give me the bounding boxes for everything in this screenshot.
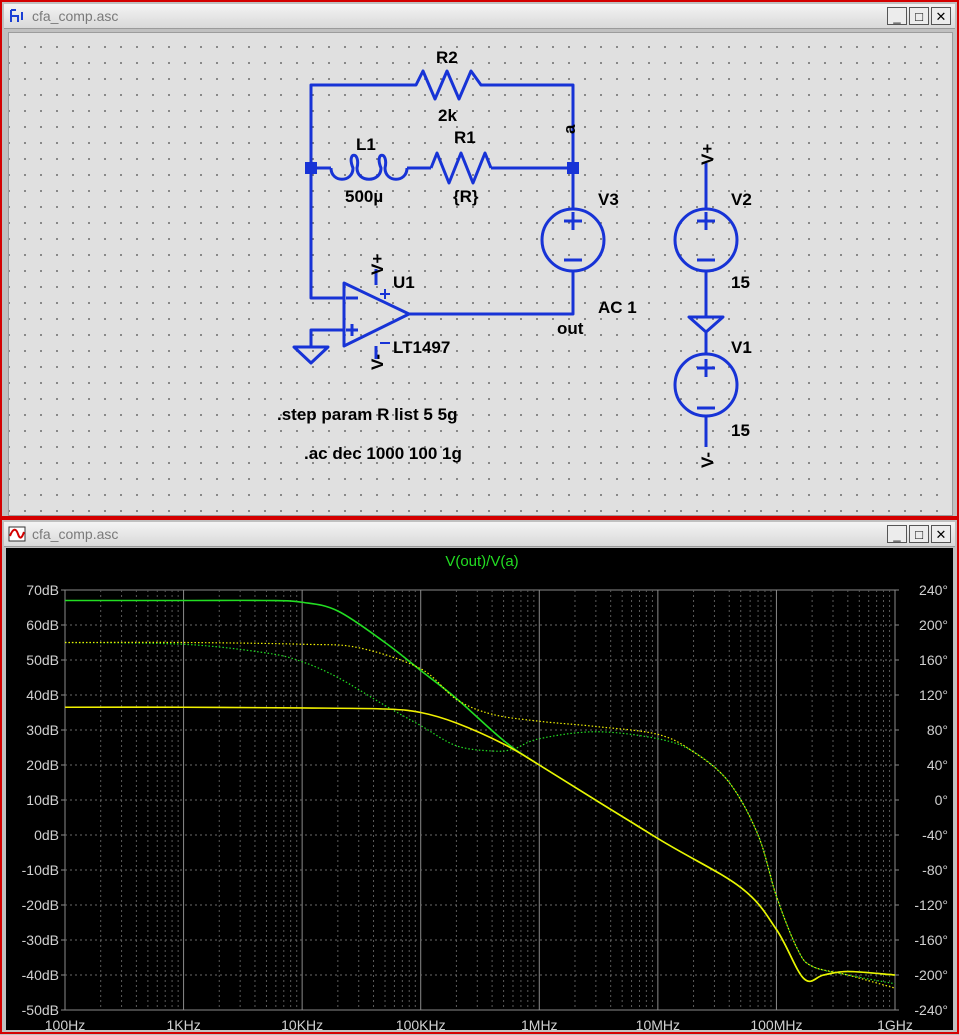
l1-name: L1 — [356, 135, 376, 154]
y-right-tick-label: -120° — [914, 897, 948, 913]
directive-step[interactable]: .step param R list 5 5g — [277, 405, 457, 424]
directive-ac[interactable]: .ac dec 1000 100 1g — [304, 444, 462, 463]
opamp-u1-symbol — [342, 281, 411, 348]
y-left-tick-label: 60dB — [26, 617, 59, 633]
net-label-out: out — [557, 319, 584, 338]
trace-green-phase[interactable] — [64, 641, 896, 985]
y-right-tick-label: -240° — [914, 1002, 948, 1018]
y-left-tick-label: -50dB — [22, 1002, 59, 1018]
net-label-vminus: V- — [698, 452, 717, 468]
close-button[interactable]: ✕ — [931, 7, 951, 25]
v2-value: 15 — [731, 273, 750, 292]
v1-name: V1 — [731, 338, 752, 357]
l1-value: 500µ — [345, 187, 383, 206]
y-right-tick-label: -200° — [914, 967, 948, 983]
y-left-tick-label: -30dB — [22, 932, 59, 948]
y-right-tick-label: 120° — [919, 687, 948, 703]
resistor-r2-symbol — [406, 69, 496, 101]
x-tick-label: 100KHz — [396, 1017, 446, 1030]
x-tick-label: 1MHz — [521, 1017, 558, 1030]
y-left-tick-label: 30dB — [26, 722, 59, 738]
y-left-tick-label: 70dB — [26, 582, 59, 598]
y-right-tick-label: 40° — [927, 757, 948, 773]
y-left-tick-label: -20dB — [22, 897, 59, 913]
restore-button[interactable]: □ — [909, 7, 929, 25]
schematic-titlebar[interactable]: cfa_comp.asc _ □ ✕ — [4, 4, 955, 29]
waveform-title: cfa_comp.asc — [32, 526, 119, 542]
plot-traces — [64, 599, 896, 989]
y-left-tick-label: 50dB — [26, 652, 59, 668]
schematic-title: cfa_comp.asc — [32, 8, 119, 24]
x-tick-label: 1GHz — [877, 1017, 913, 1030]
bode-chart: 70dB 60dB 50dB 40dB 30dB 20dB 10dB 0dB -10dB -20d… — [22, 553, 948, 1033]
y-right-tick-label: 200° — [919, 617, 948, 633]
axis-labels: 70dB 60dB 50dB 40dB 30dB 20dB 10dB 0dB -10dB -20d… — [22, 582, 948, 1033]
y-left-tick-label: -40dB — [22, 967, 59, 983]
y-right-tick-label: 240° — [919, 582, 948, 598]
plot-grid — [61, 589, 899, 1011]
r1-name: R1 — [454, 128, 476, 147]
waveform-window: cfa_comp.asc _ □ ✕ 70dB 60dB 50dB 40dB 30dB 2… — [0, 518, 959, 1034]
schematic-window: cfa_comp.asc _ □ ✕ R2 2k L1 500µ R1 {R} … — [0, 0, 959, 518]
plot-area[interactable]: 70dB 60dB 50dB 40dB 30dB 20dB 10dB 0dB -10dB -20d… — [6, 548, 953, 1033]
wire-noninv — [309, 328, 344, 347]
y-right-tick-label: -160° — [914, 932, 948, 948]
v1-value: 15 — [731, 421, 750, 440]
y-right-tick-label: 160° — [919, 652, 948, 668]
x-tick-label: 10MHz — [636, 1017, 680, 1030]
waveform-titlebar[interactable]: cfa_comp.asc _ □ ✕ — [4, 522, 955, 547]
opamp-vplus-label: V+ — [368, 254, 387, 275]
junction-right — [567, 162, 579, 174]
opamp-vminus-label: V- — [368, 354, 387, 370]
net-label-vplus: V+ — [698, 144, 717, 165]
v2-name: V2 — [731, 190, 752, 209]
junction-left — [305, 162, 317, 174]
u1-name: U1 — [393, 273, 415, 292]
ground-symbol — [292, 345, 330, 365]
y-left-tick-label: 10dB — [26, 792, 59, 808]
ground-mid-symbol — [687, 315, 725, 334]
inductor-l1-symbol — [329, 153, 409, 181]
minimize-button[interactable]: _ — [887, 525, 907, 543]
wire-top — [309, 83, 406, 168]
y-left-tick-label: 40dB — [26, 687, 59, 703]
chart-title[interactable]: V(out)/V(a) — [445, 553, 518, 570]
wire-feedback — [309, 168, 344, 300]
trace-green-magnitude[interactable] — [64, 599, 896, 983]
x-tick-label: 10KHz — [281, 1017, 323, 1030]
waveform-icon — [8, 526, 26, 542]
y-left-tick-label: 0dB — [34, 827, 59, 843]
restore-button[interactable]: □ — [909, 525, 929, 543]
y-left-tick-label: -10dB — [22, 862, 59, 878]
resistor-r1-symbol — [429, 151, 493, 185]
y-right-tick-label: 80° — [927, 722, 948, 738]
x-tick-label: 1KHz — [166, 1017, 200, 1030]
r2-value: 2k — [438, 106, 457, 125]
u1-value: LT1497 — [393, 338, 450, 357]
schematic-drawing: R2 2k L1 500µ R1 {R} a V3 AC 1 out U1 LT… — [277, 48, 752, 468]
y-right-tick-label: -40° — [922, 827, 948, 843]
schematic-canvas[interactable]: R2 2k L1 500µ R1 {R} a V3 AC 1 out U1 LT… — [8, 32, 953, 516]
y-right-tick-label: 0° — [935, 792, 948, 808]
y-right-tick-label: -80° — [922, 862, 948, 878]
minimize-button[interactable]: _ — [887, 7, 907, 25]
v3-name: V3 — [598, 190, 619, 209]
r1-value: {R} — [453, 187, 479, 206]
wire-v3-bottom — [409, 271, 575, 316]
close-button[interactable]: ✕ — [931, 525, 951, 543]
v3-value: AC 1 — [598, 298, 637, 317]
x-tick-label: 100Hz — [45, 1017, 85, 1030]
net-label-a: a — [560, 124, 579, 134]
r2-name: R2 — [436, 48, 458, 67]
x-tick-label: 100MHz — [750, 1017, 802, 1030]
trace-yellow-phase[interactable] — [64, 641, 896, 989]
schematic-icon — [10, 9, 23, 22]
y-left-tick-label: 20dB — [26, 757, 59, 773]
